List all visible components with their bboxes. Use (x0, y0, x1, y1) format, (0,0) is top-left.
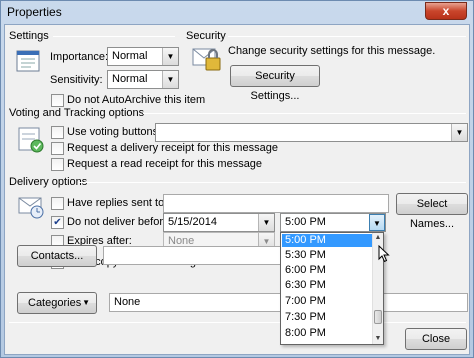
scrollbar-thumb[interactable] (374, 310, 382, 324)
settings-separator (53, 36, 175, 37)
close-icon: x (442, 4, 450, 18)
scroll-down-icon[interactable]: ▼ (373, 334, 383, 344)
window-close-button[interactable]: x (425, 2, 467, 20)
footer-separator (9, 322, 466, 323)
security-description: Change security settings for this messag… (228, 45, 436, 57)
use-voting-label: Use voting buttons: (67, 126, 162, 138)
time-option[interactable]: 7:30 PM (282, 311, 372, 324)
sensitivity-label: Sensitivity: (50, 74, 103, 86)
defer-delivery-checkbox[interactable] (51, 216, 64, 229)
time-option[interactable]: 8:00 PM (282, 327, 372, 340)
close-button[interactable]: Close (405, 328, 467, 350)
replies-label: Have replies sent to: (67, 197, 168, 209)
chevron-down-icon: ▼ (258, 214, 274, 231)
title-bar: Properties x (1, 1, 473, 23)
defer-time-select[interactable]: 5:00 PM ▼ (280, 213, 386, 232)
time-option[interactable]: 7:00 PM (282, 295, 372, 308)
time-option[interactable]: 5:00 PM (282, 234, 372, 247)
chevron-down-icon: ▼ (82, 298, 90, 307)
autoarchive-label: Do not AutoArchive this item (67, 94, 206, 106)
sensitivity-select[interactable]: Normal ▼ (107, 70, 179, 89)
importance-label: Importance: (50, 51, 109, 63)
security-separator (228, 36, 466, 37)
time-dropdown-list: 5:00 PM 5:30 PM 6:00 PM 6:30 PM 7:00 PM … (280, 232, 384, 345)
chevron-down-icon: ▼ (451, 124, 467, 141)
time-option[interactable]: 5:30 PM (282, 249, 372, 262)
delivery-heading: Delivery options (9, 176, 88, 188)
voting-heading: Voting and Tracking options (9, 107, 145, 119)
window-title: Properties (7, 5, 62, 19)
contacts-button[interactable]: Contacts... (17, 245, 97, 267)
defer-date-value: 5/15/2014 (168, 216, 217, 228)
categories-button[interactable]: Categories ▼ (17, 292, 97, 314)
importance-select[interactable]: Normal ▼ (107, 47, 179, 66)
voting-checklist-icon (17, 126, 45, 157)
time-option[interactable]: 6:30 PM (282, 279, 372, 292)
contacts-field[interactable] (103, 246, 281, 265)
sensitivity-value: Normal (112, 73, 148, 85)
chevron-down-icon: ▼ (162, 71, 178, 88)
read-receipt-checkbox[interactable] (51, 158, 64, 171)
properties-dialog: Properties x Settings Importance: Normal… (0, 0, 474, 358)
chevron-down-icon[interactable]: ▼ (369, 214, 385, 231)
scroll-up-icon[interactable]: ▲ (373, 233, 383, 243)
select-names-button[interactable]: Select Names... (396, 193, 468, 230)
settings-heading: Settings (9, 30, 49, 42)
defer-date-select[interactable]: 5/15/2014 ▼ (163, 213, 275, 232)
defer-delivery-label: Do not deliver before: (67, 216, 173, 228)
delivery-receipt-checkbox[interactable] (51, 142, 64, 155)
security-settings-button[interactable]: Security Settings... (230, 65, 320, 102)
properties-sheet-icon (15, 49, 43, 78)
security-heading: Security (186, 30, 226, 42)
chevron-down-icon: ▼ (162, 48, 178, 65)
time-option[interactable]: 6:00 PM (282, 264, 372, 277)
delivery-separator (79, 182, 466, 183)
lock-envelope-icon (192, 43, 224, 76)
replies-checkbox[interactable] (51, 197, 64, 210)
delivery-receipt-label: Request a delivery receipt for this mess… (67, 142, 278, 154)
importance-value: Normal (112, 50, 148, 62)
categories-button-label: Categories (28, 297, 82, 309)
replies-field[interactable] (163, 194, 389, 213)
read-receipt-label: Request a read receipt for this message (67, 158, 263, 170)
use-voting-checkbox[interactable] (51, 126, 64, 139)
defer-time-value: 5:00 PM (285, 216, 326, 228)
autoarchive-checkbox[interactable] (51, 94, 64, 107)
mouse-cursor-icon (378, 244, 390, 266)
dialog-client: Settings Importance: Normal ▼ Sensitivit… (4, 24, 470, 355)
delivery-envelope-icon (17, 192, 45, 223)
voting-separator (143, 113, 466, 114)
voting-buttons-select[interactable]: ▼ (155, 123, 468, 142)
